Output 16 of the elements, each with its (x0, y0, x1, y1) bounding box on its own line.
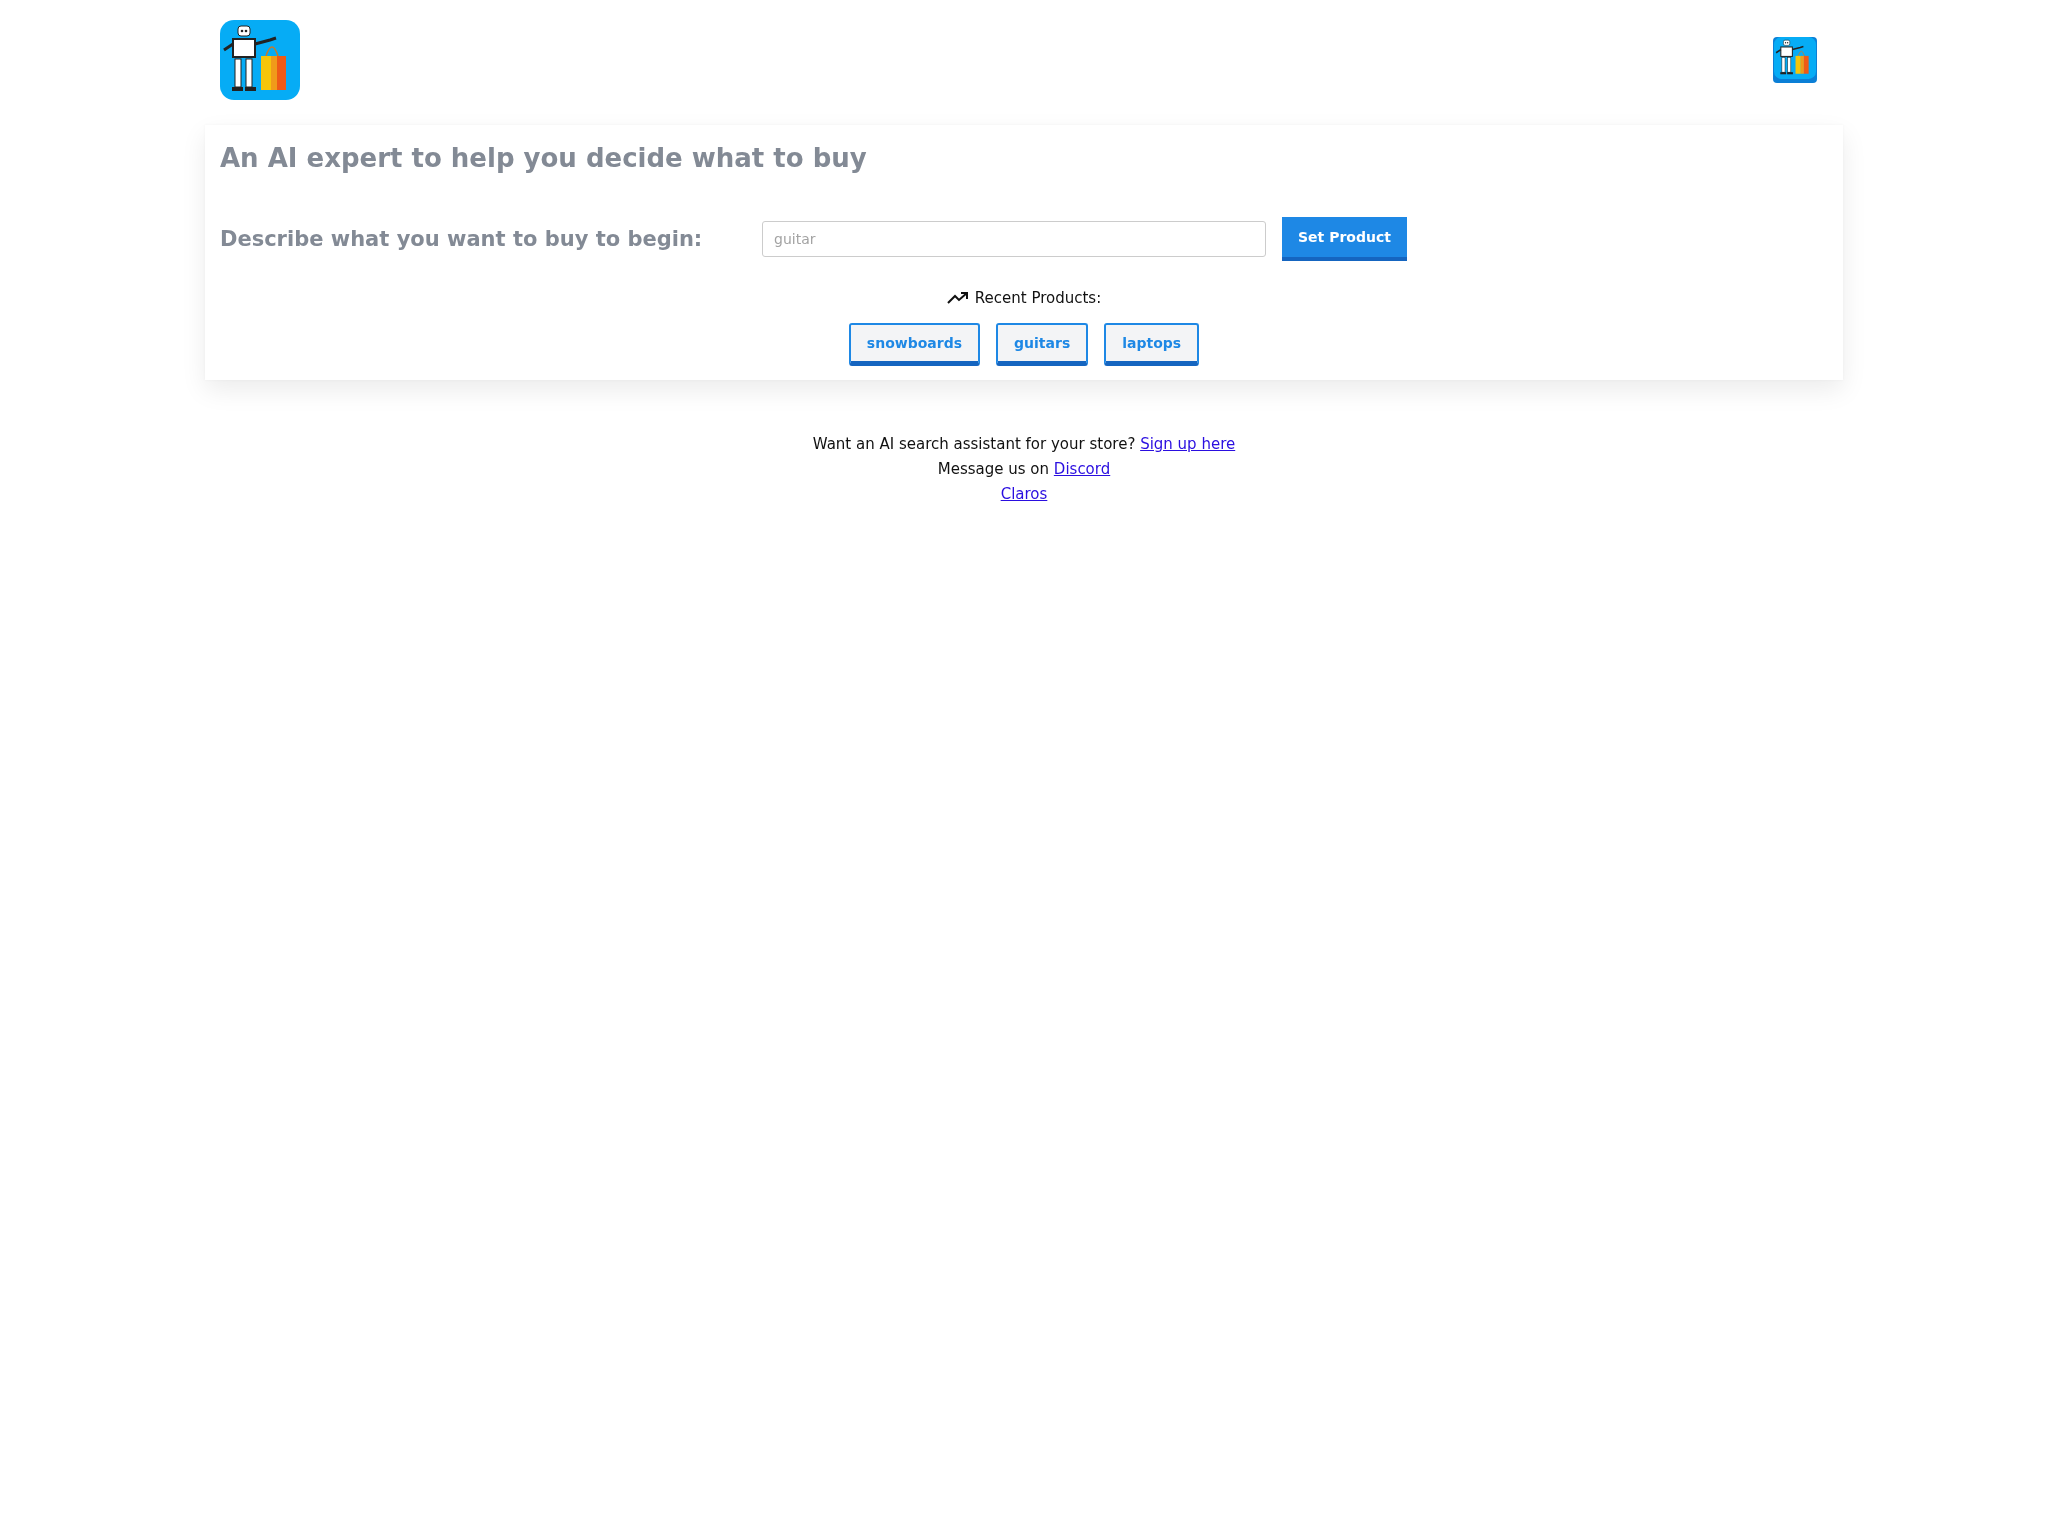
product-input[interactable]: guitar (762, 221, 1266, 257)
set-product-button[interactable]: Set Product (1282, 217, 1407, 261)
recent-label: Recent Products: (974, 289, 1102, 307)
profile-button[interactable] (1773, 37, 1817, 83)
recent-product-button[interactable]: guitars (996, 323, 1089, 366)
footer-link[interactable]: Claros (1000, 485, 1048, 503)
prompt-label: Describe what you want to buy to begin: (220, 227, 704, 251)
footer-link[interactable]: Discord (1053, 460, 1111, 478)
footer-link[interactable]: Sign up here (1140, 435, 1236, 453)
robot-icon (1773, 37, 1817, 79)
recent-product-button[interactable]: laptops (1104, 323, 1200, 366)
footer-text: Message us on Discord (936, 459, 1112, 480)
recent-product-button[interactable]: snowboards (848, 323, 981, 366)
trending-icon (946, 291, 969, 305)
page-heading: An AI expert to help you decide what to buy (220, 143, 868, 173)
footer-text: Want an AI search assistant for your store? Sign up here (811, 434, 1237, 455)
